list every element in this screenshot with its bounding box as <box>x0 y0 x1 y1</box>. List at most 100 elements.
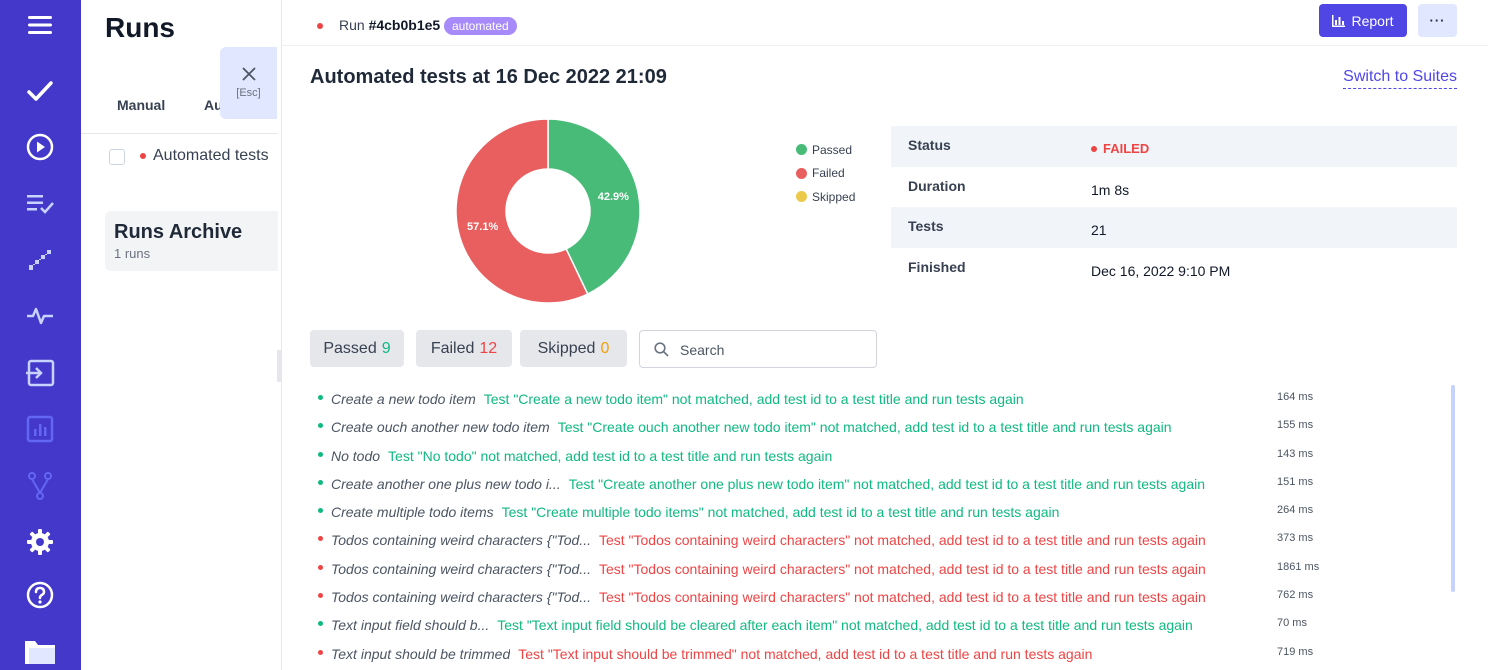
branch-icon[interactable] <box>20 466 60 506</box>
main-nav <box>0 0 81 670</box>
bar-chart-icon <box>1332 14 1346 27</box>
legend-item-passed[interactable]: Passed <box>796 138 855 162</box>
test-message: Test "Text input field should be cleared… <box>497 617 1193 634</box>
gear-icon[interactable] <box>20 522 60 562</box>
test-status-dot <box>318 508 323 514</box>
data-label-failed: 57.1% <box>467 221 498 233</box>
test-row[interactable]: Create a new todo item Test "Create a new… <box>282 384 1488 412</box>
runs-list-panel: Runs Manual Au Automated tests Runs Arch… <box>81 0 278 670</box>
stat-key: Duration <box>908 177 966 194</box>
close-panel-button[interactable]: [Esc] <box>220 47 277 119</box>
run-list-item[interactable]: Automated tests <box>153 147 269 165</box>
search-icon <box>654 342 669 357</box>
duration-value: 1m 8s <box>1091 181 1130 198</box>
filter-skipped-button[interactable]: Skipped 0 <box>520 330 627 367</box>
filter-failed-button[interactable]: Failed 12 <box>416 330 512 367</box>
test-title: Todos containing weird characters {"Tod.… <box>331 532 591 549</box>
chart-legend: Passed Failed Skipped <box>796 138 855 209</box>
search-input[interactable] <box>680 340 865 360</box>
chart-icon[interactable] <box>20 409 60 449</box>
test-status-dot <box>318 479 323 485</box>
test-row[interactable]: Create ouch another new todo item Test "C… <box>282 412 1488 440</box>
run-id-label: Run #4cb0b1e5 <box>339 17 441 33</box>
passed-count: 9 <box>381 339 391 357</box>
test-duration: 719 ms <box>1277 645 1314 658</box>
test-status-dot <box>318 451 323 457</box>
automated-badge: automated <box>444 17 517 35</box>
test-title: Create a new todo item <box>331 391 476 407</box>
test-status-dot <box>318 564 323 570</box>
stat-key: Finished <box>908 258 966 275</box>
stat-row-tests: Tests 21 <box>891 207 1457 248</box>
test-duration: 762 ms <box>1277 589 1314 602</box>
tabs-divider <box>81 133 278 134</box>
legend-swatch <box>796 167 807 179</box>
play-circle-icon[interactable] <box>20 127 60 167</box>
run-header: Run #4cb0b1e5 automated Report ··· <box>282 0 1488 46</box>
test-row[interactable]: Todos containing weird characters {"Tod.… <box>282 525 1488 553</box>
test-status-dot <box>318 536 323 542</box>
test-duration: 70 ms <box>1277 617 1307 630</box>
test-status-dot <box>318 395 323 400</box>
legend-swatch <box>796 191 807 203</box>
report-button[interactable]: Report <box>1319 4 1407 37</box>
run-checkbox[interactable] <box>109 149 125 165</box>
legend-item-failed[interactable]: Failed <box>796 162 855 186</box>
test-row[interactable]: No todo Test "No todo" not matched, add t… <box>282 441 1488 469</box>
list-check-icon[interactable] <box>20 184 60 224</box>
stat-key: Tests <box>908 218 944 234</box>
test-message: Test "Todos containing weird characters"… <box>598 560 1206 577</box>
run-stats-table: Status FAILED Duration 1m 8s Tests 21 Fi… <box>891 126 1457 288</box>
test-row[interactable]: Todos containing weird characters {"Tod.… <box>282 582 1488 610</box>
run-status-dot <box>140 153 146 159</box>
test-message: Test "Create ouch another new todo item"… <box>557 419 1172 436</box>
switch-to-suites-link[interactable]: Switch to Suites <box>1343 68 1457 89</box>
legend-item-skipped[interactable]: Skipped <box>796 185 855 209</box>
test-title: Create multiple todo items <box>331 504 494 521</box>
menu-icon[interactable] <box>20 5 60 45</box>
esc-hint: [Esc] <box>236 87 261 99</box>
test-row[interactable]: Text input should be trimmed Test "Text i… <box>282 639 1488 667</box>
data-label-passed: 42.9% <box>598 191 629 203</box>
test-duration: 373 ms <box>1277 532 1314 545</box>
test-message: Test "Create multiple todo items" not ma… <box>501 504 1060 521</box>
check-icon[interactable] <box>20 71 60 111</box>
status-value: FAILED <box>1091 141 1149 156</box>
steps-icon[interactable] <box>20 240 60 280</box>
run-detail-panel: Run #4cb0b1e5 automated Report ··· Autom… <box>281 0 1488 670</box>
report-label: Report <box>1351 12 1394 29</box>
runs-title: Runs <box>105 12 175 43</box>
test-status-dot <box>318 649 323 655</box>
test-duration: 143 ms <box>1277 447 1314 460</box>
results-donut-chart: 42.9% 57.1% <box>455 118 641 304</box>
run-status-dot <box>317 23 323 29</box>
test-status-dot <box>318 621 323 627</box>
test-results-list: Create a new todo item Test "Create a new… <box>282 384 1488 667</box>
list-scrollbar[interactable] <box>1451 385 1455 592</box>
legend-label: Skipped <box>812 189 856 204</box>
tests-value: 21 <box>1091 222 1107 238</box>
folder-icon[interactable] <box>20 631 60 670</box>
run-id: #4cb0b1e5 <box>368 17 441 33</box>
filter-passed-button[interactable]: Passed 9 <box>310 330 404 367</box>
stat-key: Status <box>908 137 951 153</box>
app-window: Runs Manual Au Automated tests Runs Arch… <box>0 0 1488 670</box>
test-title: Text input should be trimmed <box>331 645 511 662</box>
tab-manual[interactable]: Manual <box>117 97 165 113</box>
test-duration: 164 ms <box>1277 391 1314 403</box>
test-row[interactable]: Text input field should b... Test "Text i… <box>282 610 1488 638</box>
import-icon[interactable] <box>20 353 60 393</box>
test-row[interactable]: Todos containing weird characters {"Tod.… <box>282 554 1488 582</box>
search-box <box>639 330 877 368</box>
test-title: Todos containing weird characters {"Tod.… <box>331 589 591 606</box>
test-message: Test "No todo" not matched, add test id … <box>388 447 833 464</box>
test-title: Create another one plus new todo i... <box>331 475 561 492</box>
help-icon[interactable] <box>20 575 60 615</box>
run-title: Automated tests at 16 Dec 2022 21:09 <box>310 66 667 88</box>
failed-count: 12 <box>479 339 498 357</box>
more-options-button[interactable]: ··· <box>1418 4 1457 37</box>
test-row[interactable]: Create multiple todo items Test "Create m… <box>282 497 1488 525</box>
legend-swatch <box>796 144 807 156</box>
pulse-icon[interactable] <box>20 296 60 336</box>
test-row[interactable]: Create another one plus new todo i... Tes… <box>282 469 1488 497</box>
